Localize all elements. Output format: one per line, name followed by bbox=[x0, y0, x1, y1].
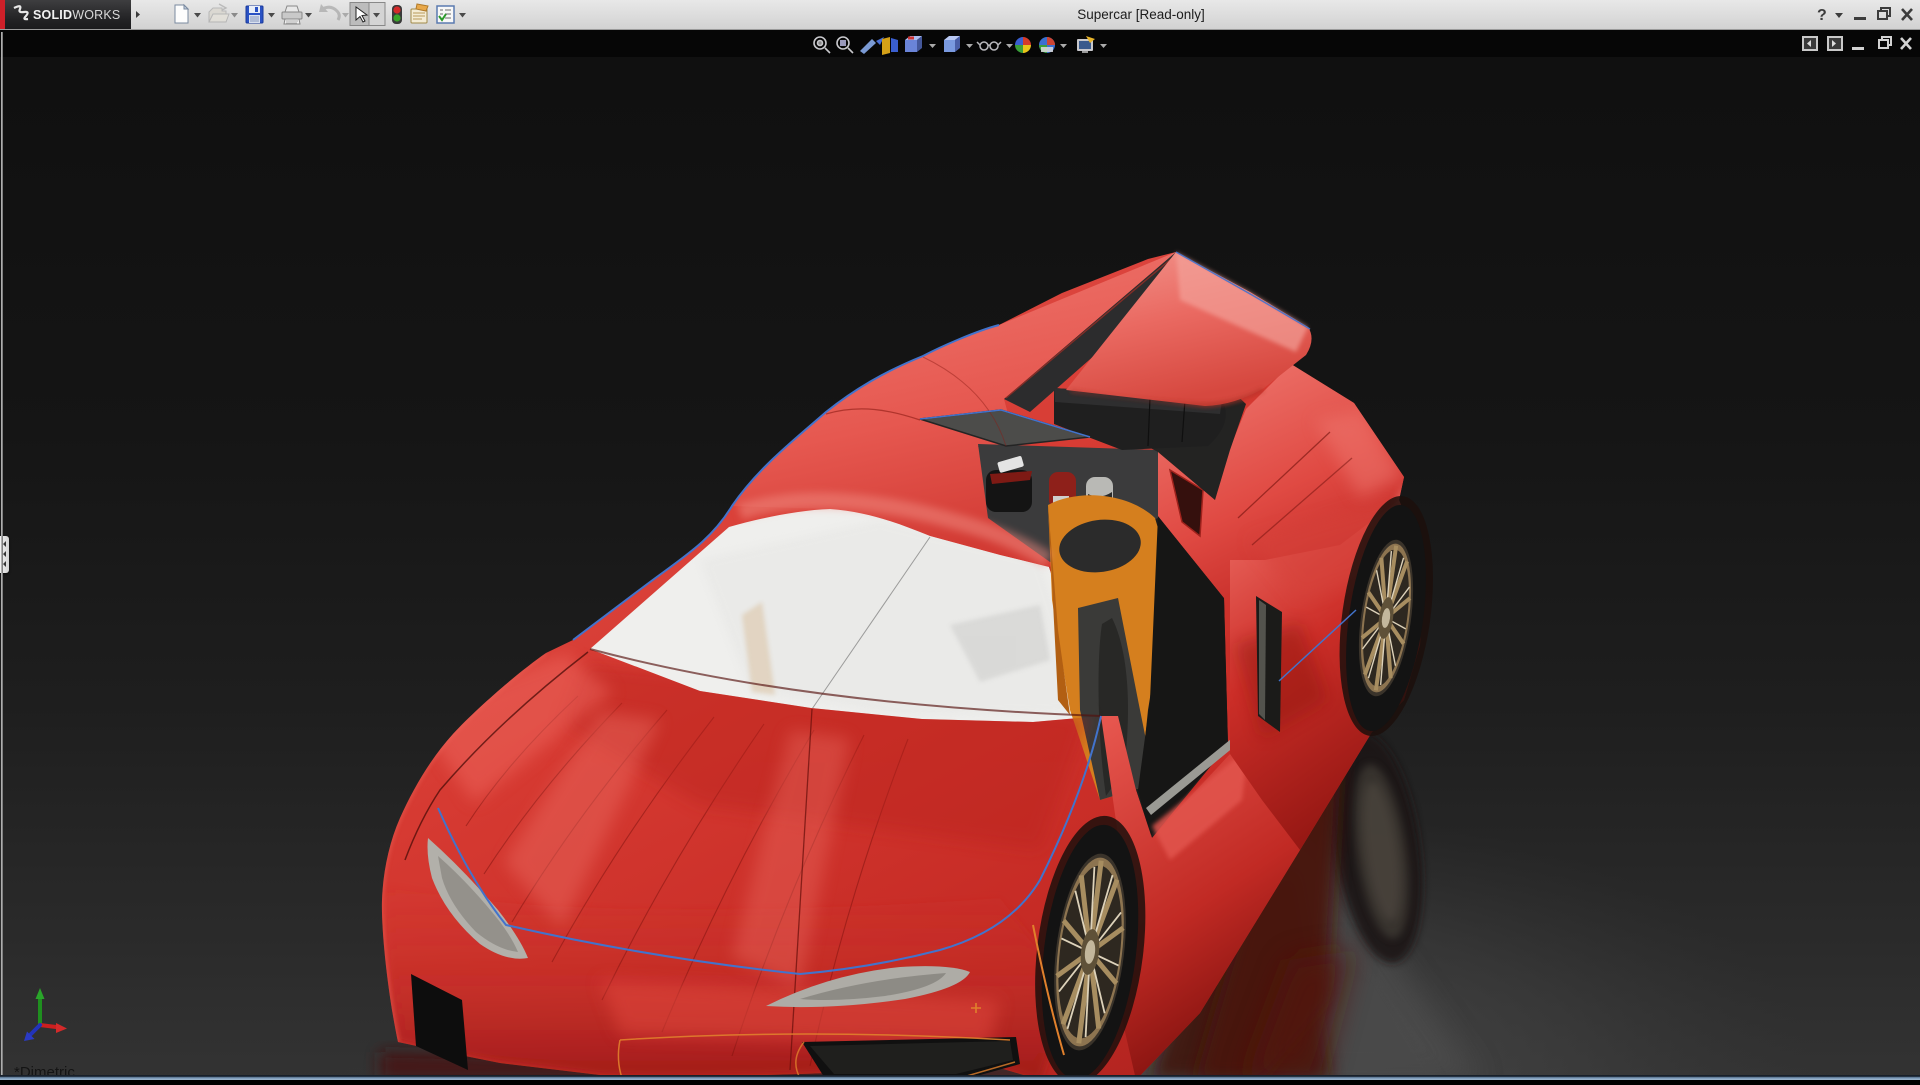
svg-text:?: ? bbox=[1817, 7, 1827, 24]
